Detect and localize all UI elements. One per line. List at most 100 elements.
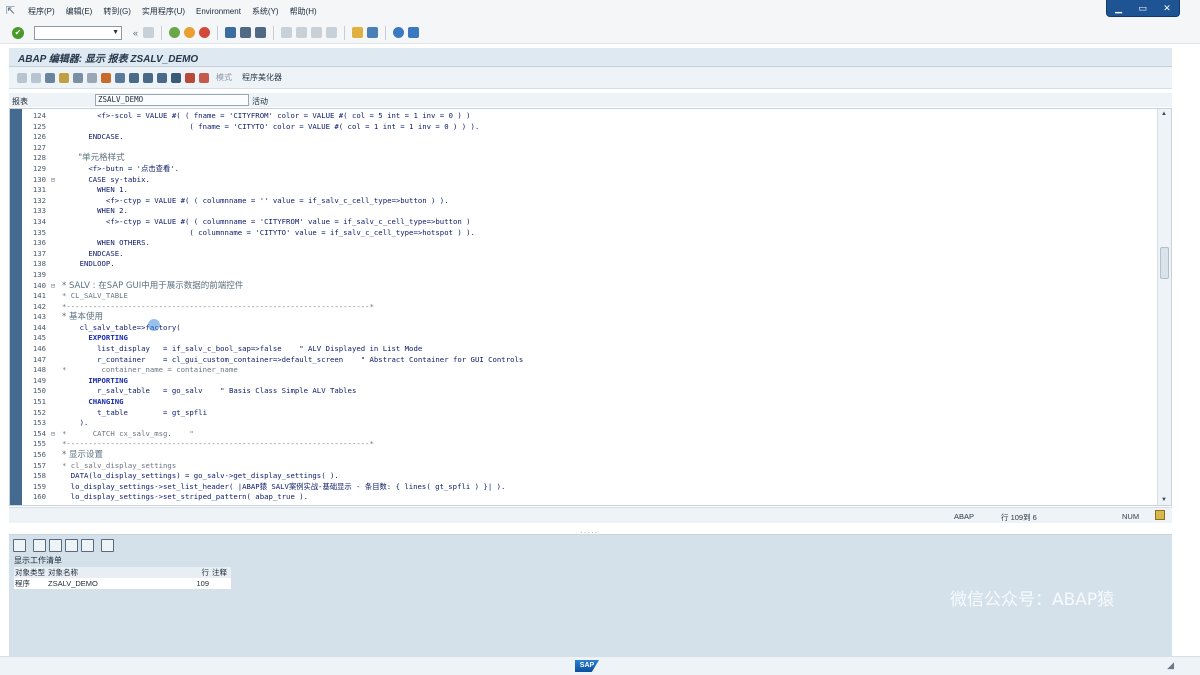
code-line[interactable]: 157 * cl_salv_display_settings <box>22 461 1158 472</box>
table-row[interactable]: 程序 ZSALV_DEMO 109 <box>14 578 231 589</box>
code-line[interactable]: 145 EXPORTING <box>22 333 1158 344</box>
fold-toggle-icon[interactable]: ⊟ <box>46 281 60 292</box>
code-line[interactable]: 149 IMPORTING <box>22 376 1158 387</box>
previous-page-icon[interactable] <box>296 27 308 38</box>
code-line[interactable]: 150 r_salv_table = go_salv " Basis Class… <box>22 386 1158 397</box>
find-next-icon[interactable] <box>255 27 267 38</box>
first-page-icon[interactable] <box>281 27 293 38</box>
menu-goto[interactable]: 转到(G) <box>103 6 131 17</box>
display-change-icon[interactable] <box>45 72 55 83</box>
code-line[interactable]: 130 ⊟ CASE sy-tabix. <box>22 175 1158 186</box>
scroll-up-icon[interactable]: ▲ <box>1161 111 1167 117</box>
display-icon[interactable] <box>13 538 26 552</box>
nav-double-left-icon[interactable]: « <box>133 28 138 38</box>
minimize-icon[interactable]: ▁ <box>1115 3 1122 14</box>
breakpoint-icon[interactable] <box>185 72 195 83</box>
menu-help[interactable]: 帮助(H) <box>290 6 317 17</box>
sap-menu-icon[interactable]: ⇱ <box>6 5 20 17</box>
maximize-icon[interactable]: ▭ <box>1138 3 1147 14</box>
test-icon[interactable] <box>115 72 125 83</box>
code-editor[interactable]: 124 <f>-scol = VALUE #( ( fname = 'CITYF… <box>9 108 1172 506</box>
code-line[interactable]: 147 r_container = cl_gui_custom_containe… <box>22 355 1158 366</box>
print-icon[interactable] <box>225 27 237 38</box>
back-arrow-icon[interactable] <box>17 72 27 83</box>
code-line[interactable]: 146 list_display = if_salv_c_bool_sap=>f… <box>22 344 1158 355</box>
menu-edit[interactable]: 编辑(E) <box>66 6 93 17</box>
vertical-scrollbar[interactable]: ▲ ▼ <box>1157 109 1171 505</box>
code-line[interactable]: 134 <f>-ctyp = VALUE #( ( columnname = '… <box>22 217 1158 228</box>
code-line[interactable]: 144 cl_salv_table=>factory( <box>22 323 1158 334</box>
header-object-name[interactable]: 对象名称 <box>48 567 184 578</box>
options-icon[interactable] <box>1155 510 1165 520</box>
help-icon[interactable] <box>393 27 405 38</box>
forward-arrow-icon[interactable] <box>31 72 41 83</box>
next-page-icon[interactable] <box>311 27 323 38</box>
code-line[interactable]: 129 <f>-butn = '点击查看'. <box>22 164 1158 175</box>
select-all-icon[interactable] <box>33 538 46 552</box>
cancel-icon[interactable] <box>199 27 211 38</box>
navigation-window-icon[interactable] <box>157 72 167 83</box>
code-line[interactable]: 142 *------------------------------------… <box>22 302 1158 313</box>
activate-icon[interactable] <box>101 72 111 83</box>
code-line[interactable]: 139 <box>22 270 1158 281</box>
code-line[interactable]: 152 t_table = gt_spfli <box>22 408 1158 419</box>
close-panel-icon[interactable] <box>101 538 114 552</box>
code-line[interactable]: 156 * 显示设置 <box>22 450 1158 461</box>
pattern-button[interactable]: 模式 <box>216 72 232 83</box>
other-object-icon[interactable] <box>73 72 83 83</box>
last-page-icon[interactable] <box>326 27 338 38</box>
external-breakpoint-icon[interactable] <box>199 72 209 83</box>
refresh-icon[interactable] <box>81 538 94 552</box>
info-icon[interactable] <box>171 72 181 83</box>
close-icon[interactable]: ✕ <box>1163 3 1171 14</box>
enter-check-icon[interactable]: ✔ <box>12 26 24 39</box>
code-line[interactable]: 141 * CL_SALV_TABLE <box>22 291 1158 302</box>
header-comment[interactable]: 注释 <box>212 567 231 578</box>
find-icon[interactable] <box>240 27 252 38</box>
chevron-down-icon[interactable]: ▼ <box>112 29 119 36</box>
code-line[interactable]: 133 WHEN 2. <box>22 206 1158 217</box>
code-line[interactable]: 135 ( columnname = 'CITYTO' value = if_s… <box>22 228 1158 239</box>
code-line[interactable]: 158 DATA(lo_display_settings) = go_salv-… <box>22 471 1158 482</box>
code-line[interactable]: 136 WHEN OTHERS. <box>22 238 1158 249</box>
code-line[interactable]: 137 ENDCASE. <box>22 249 1158 260</box>
exit-icon[interactable] <box>184 27 196 38</box>
menu-utilities[interactable]: 实用程序(U) <box>142 6 185 17</box>
code-line[interactable]: 127 <box>22 143 1158 154</box>
code-line[interactable]: 155 *------------------------------------… <box>22 439 1158 450</box>
check-icon[interactable] <box>87 72 97 83</box>
code-line[interactable]: 138 ENDLOOP. <box>22 259 1158 270</box>
code-line[interactable]: 151 CHANGING <box>22 397 1158 408</box>
deselect-icon[interactable] <box>49 538 62 552</box>
scroll-down-icon[interactable]: ▼ <box>1161 497 1167 503</box>
layout-settings-icon[interactable] <box>408 27 420 38</box>
header-object-type[interactable]: 对象类型 <box>14 567 48 578</box>
code-line[interactable]: 132 <f>-ctyp = VALUE #( ( columnname = '… <box>22 196 1158 207</box>
code-line[interactable]: 131 WHEN 1. <box>22 185 1158 196</box>
code-line[interactable]: 143 * 基本使用 <box>22 312 1158 323</box>
code-line[interactable]: 126 ENDCASE. <box>22 132 1158 143</box>
shortcut-icon[interactable] <box>367 27 379 38</box>
code-line[interactable]: 153 ). <box>22 418 1158 429</box>
menu-system[interactable]: 系统(Y) <box>252 6 279 17</box>
code-line[interactable]: 159 lo_display_settings->set_list_header… <box>22 482 1158 493</box>
object-list-icon[interactable] <box>143 72 153 83</box>
save-icon[interactable] <box>143 27 155 38</box>
header-line[interactable]: 行 <box>184 567 212 578</box>
back-icon[interactable] <box>169 27 181 38</box>
code-line[interactable]: 128 "单元格样式 <box>22 153 1158 164</box>
code-line[interactable]: 125 ( fname = 'CITYTO' color = VALUE #( … <box>22 122 1158 133</box>
code-line[interactable]: 124 <f>-scol = VALUE #( ( fname = 'CITYF… <box>22 111 1158 122</box>
resize-grip-icon[interactable]: ◢ <box>1167 660 1174 671</box>
delete-icon[interactable] <box>65 538 78 552</box>
pretty-printer-button[interactable]: 程序美化器 <box>242 72 282 83</box>
program-name-field[interactable]: ZSALV_DEMO <box>95 94 249 106</box>
menu-environment[interactable]: Environment <box>196 7 241 16</box>
code-line[interactable]: 148 * container_name = container_name <box>22 365 1158 376</box>
code-line[interactable]: 160 lo_display_settings->set_striped_pat… <box>22 492 1158 503</box>
where-used-icon[interactable] <box>129 72 139 83</box>
menu-program[interactable]: 程序(P) <box>28 6 55 17</box>
scrollbar-thumb[interactable] <box>1160 247 1169 279</box>
fold-toggle-icon[interactable]: ⊟ <box>46 175 60 186</box>
fold-toggle-icon[interactable]: ⊟ <box>46 429 60 440</box>
